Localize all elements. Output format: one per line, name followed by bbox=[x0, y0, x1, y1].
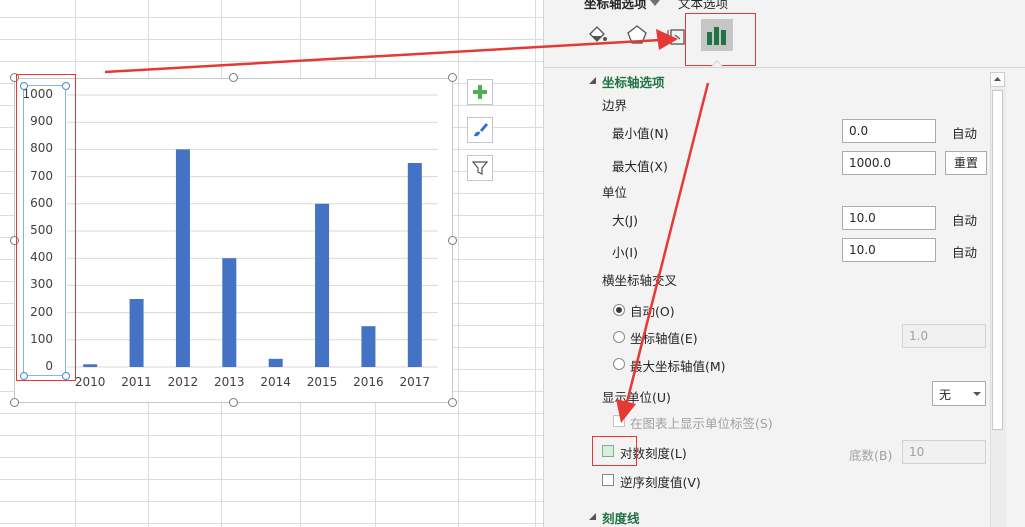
maximum-reset-button[interactable]: 重置 bbox=[945, 151, 987, 175]
x-tick-label: 2014 bbox=[260, 375, 291, 389]
section-axis-options[interactable]: 坐标轴选项 bbox=[602, 72, 665, 91]
crosses-axis-value-input[interactable]: 1.0 bbox=[902, 324, 986, 348]
spreadsheet-grid[interactable]: 0 100 200 300 400 500 600 700 800 900 1000 2010 201… bbox=[0, 0, 543, 527]
x-tick-label: 2011 bbox=[121, 375, 152, 389]
row-gridline bbox=[0, 435, 543, 436]
major-unit-auto-label: 自动 bbox=[952, 213, 978, 228]
column-gridline bbox=[458, 0, 459, 527]
resize-handle-tr[interactable] bbox=[448, 73, 457, 82]
reverse-order-checkbox[interactable] bbox=[602, 474, 614, 486]
bar-2010[interactable] bbox=[83, 364, 98, 367]
format-axis-pane: 坐标轴选项 文本选项 坐标轴选项 边界 最小值(N) 0.0 自动 最大值(X)… bbox=[543, 0, 1025, 527]
paintbrush-icon bbox=[474, 123, 488, 137]
x-tick-label: 2010 bbox=[74, 375, 106, 389]
crosses-axis-value-radio[interactable] bbox=[613, 331, 625, 343]
bar-2012[interactable] bbox=[175, 149, 190, 367]
column-gridline bbox=[535, 0, 536, 527]
crosses-axis-value-label[interactable]: 坐标轴值(E) bbox=[630, 328, 698, 347]
resize-handle-bl[interactable] bbox=[10, 398, 19, 407]
minimum-label: 最小值(N) bbox=[612, 126, 669, 141]
bar-2011[interactable] bbox=[129, 299, 144, 367]
minimum-input[interactable]: 0.0 bbox=[842, 119, 936, 143]
row-gridline bbox=[0, 523, 543, 524]
maximum-label: 最大值(X) bbox=[612, 159, 668, 174]
row-gridline bbox=[0, 61, 543, 62]
row-gridline bbox=[0, 457, 543, 458]
chevron-down-icon bbox=[973, 392, 981, 396]
row-gridline bbox=[0, 413, 543, 414]
resize-handle-bm[interactable] bbox=[229, 398, 238, 407]
x-tick-label: 2015 bbox=[306, 375, 338, 389]
plus-icon bbox=[473, 85, 487, 99]
row-gridline bbox=[0, 17, 543, 18]
resize-handle-tm[interactable] bbox=[229, 73, 238, 82]
section-tick-marks[interactable]: 刻度线 bbox=[602, 508, 640, 527]
collapse-triangle-icon[interactable] bbox=[589, 77, 597, 85]
row-gridline bbox=[0, 501, 543, 502]
major-unit-label: 大(J) bbox=[612, 213, 638, 228]
resize-handle-br[interactable] bbox=[448, 398, 457, 407]
bar-2014[interactable] bbox=[268, 358, 283, 367]
fill-line-icon[interactable] bbox=[586, 24, 608, 46]
chart-area[interactable]: 0 100 200 300 400 500 600 700 800 900 1000 2010 201… bbox=[14, 78, 453, 403]
chart-svg bbox=[67, 94, 438, 368]
show-units-label-checkbox[interactable] bbox=[613, 415, 625, 427]
crosses-max-value-radio[interactable] bbox=[613, 358, 625, 370]
pane-divider bbox=[544, 67, 1025, 68]
display-units-select[interactable]: 无 bbox=[932, 381, 986, 406]
x-tick-label: 2012 bbox=[167, 375, 199, 389]
scroll-up-button[interactable] bbox=[990, 72, 1005, 87]
log-scale-highlight bbox=[592, 436, 637, 466]
dropdown-arrow-icon[interactable] bbox=[650, 0, 660, 8]
x-tick-label: 2016 bbox=[353, 375, 384, 389]
crosses-max-value-label[interactable]: 最大坐标轴值(M) bbox=[630, 356, 726, 375]
filter-icon bbox=[472, 161, 488, 175]
bar-2013[interactable] bbox=[222, 258, 237, 367]
scrollbar-thumb[interactable] bbox=[992, 90, 1003, 430]
minor-unit-auto-label: 自动 bbox=[952, 245, 978, 260]
tab-text-options[interactable]: 文本选项 bbox=[678, 0, 728, 12]
chart-filters-button[interactable] bbox=[467, 155, 493, 181]
show-units-label-text[interactable]: 在图表上显示单位标签(S) bbox=[630, 413, 773, 432]
collapse-triangle-icon[interactable] bbox=[589, 513, 597, 521]
axis-options-tab-highlight bbox=[685, 13, 756, 66]
tab-axis-options[interactable]: 坐标轴选项 bbox=[584, 0, 647, 12]
bar-2015[interactable] bbox=[315, 203, 330, 367]
x-tick-label: 2013 bbox=[214, 375, 245, 389]
minor-unit-label: 小(I) bbox=[612, 245, 638, 260]
display-units-value: 无 bbox=[939, 388, 952, 402]
resize-handle-mr[interactable] bbox=[448, 236, 457, 245]
row-gridline bbox=[0, 39, 543, 40]
chart-elements-button[interactable] bbox=[467, 79, 493, 105]
base-label: 底数(B) bbox=[849, 448, 893, 463]
reverse-order-label[interactable]: 逆序刻度值(V) bbox=[620, 472, 701, 491]
major-unit-input[interactable]: 10.0 bbox=[842, 206, 936, 230]
minor-unit-input[interactable]: 10.0 bbox=[842, 238, 936, 262]
axis-highlight-box bbox=[16, 74, 76, 381]
row-gridline bbox=[0, 479, 543, 480]
minimum-auto-label: 自动 bbox=[952, 126, 978, 141]
bar-2017[interactable] bbox=[407, 163, 422, 367]
x-tick-label: 2017 bbox=[399, 375, 431, 389]
maximum-input[interactable]: 1000.0 bbox=[842, 151, 936, 175]
horizontal-crosses-label: 横坐标轴交叉 bbox=[602, 273, 678, 288]
display-units-label: 显示单位(U) bbox=[602, 390, 671, 405]
crosses-auto-radio[interactable] bbox=[613, 304, 625, 316]
scroll-up-arrow-icon bbox=[994, 77, 1001, 81]
bar-2016[interactable] bbox=[361, 326, 376, 367]
effects-icon[interactable] bbox=[626, 24, 648, 46]
crosses-auto-label[interactable]: 自动(O) bbox=[630, 301, 675, 320]
base-input[interactable]: 10 bbox=[902, 440, 986, 464]
units-label: 单位 bbox=[602, 185, 628, 200]
chart-styles-button[interactable] bbox=[467, 117, 493, 143]
bounds-label: 边界 bbox=[602, 98, 628, 113]
